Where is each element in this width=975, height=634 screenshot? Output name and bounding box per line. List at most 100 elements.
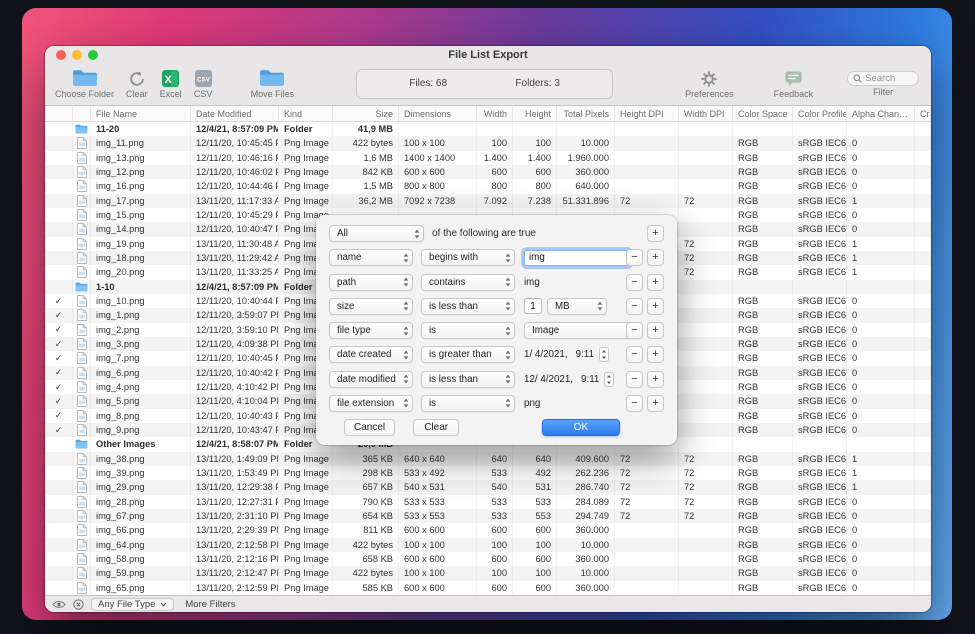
cell: [915, 581, 931, 595]
attribute-popup[interactable]: name: [329, 249, 413, 266]
table-row[interactable]: img_58.png13/11/20, 2:12:16 PMPng Image6…: [45, 552, 931, 566]
zoom-button[interactable]: [88, 50, 98, 60]
column-header[interactable]: Alpha Chan…: [847, 106, 915, 121]
table-row[interactable]: img_13.png12/11/20, 10:46:16 PMPng Image…: [45, 151, 931, 165]
add-rule-button[interactable]: +: [647, 395, 664, 412]
attribute-popup[interactable]: file extension: [329, 395, 413, 412]
table-row[interactable]: img_66.png13/11/20, 2:29:39 PMPng Image8…: [45, 523, 931, 537]
cell: RGB: [733, 423, 793, 437]
column-header[interactable]: Size: [333, 106, 399, 121]
remove-rule-button[interactable]: −: [626, 274, 643, 291]
attribute-popup[interactable]: size: [329, 298, 413, 315]
search-field[interactable]: [847, 71, 919, 86]
clear-button[interactable]: Clear: [120, 69, 154, 99]
operator-popup[interactable]: begins with: [421, 249, 515, 266]
table-row[interactable]: img_11.png12/11/20, 10:45:45 PMPng Image…: [45, 136, 931, 150]
preferences-button[interactable]: Preferences: [679, 69, 740, 99]
remove-rule-button[interactable]: −: [626, 298, 643, 315]
remove-rule-button[interactable]: −: [626, 395, 643, 412]
search-input[interactable]: [865, 73, 915, 84]
choose-folder-button[interactable]: Choose Folder: [49, 69, 120, 99]
match-mode-popup[interactable]: All: [329, 225, 424, 242]
cancel-button[interactable]: Cancel: [344, 419, 395, 436]
unit-popup[interactable]: MB: [547, 298, 607, 315]
add-rule-button[interactable]: +: [647, 298, 664, 315]
close-button[interactable]: [56, 50, 66, 60]
attribute-popup[interactable]: date modified: [329, 371, 413, 388]
rule-value-input[interactable]: [524, 298, 542, 314]
clear-filter-x-icon[interactable]: [73, 599, 84, 610]
table-row[interactable]: img_29.png13/11/20, 12:29:38 PMPng Image…: [45, 480, 931, 494]
table-row[interactable]: img_12.png12/11/20, 10:46:02 PMPng Image…: [45, 165, 931, 179]
attribute-popup[interactable]: file type: [329, 322, 413, 339]
table-row[interactable]: img_38.png13/11/20, 1:49:09 PMPng Image3…: [45, 452, 931, 466]
operator-popup[interactable]: is less than: [421, 298, 515, 315]
cell: RGB: [733, 308, 793, 322]
rule-value-popup[interactable]: Image: [524, 322, 642, 339]
file-icon: [73, 566, 91, 580]
add-rule-button[interactable]: +: [647, 274, 664, 291]
add-rule-button[interactable]: +: [647, 346, 664, 363]
column-header[interactable]: Total Pixels: [557, 106, 615, 121]
column-header[interactable]: Width DPI: [679, 106, 733, 121]
feedback-button[interactable]: Feedback: [768, 69, 820, 99]
attribute-popup[interactable]: path: [329, 274, 413, 291]
operator-popup[interactable]: is greater than: [421, 346, 515, 363]
more-filters-button[interactable]: More Filters: [185, 599, 235, 610]
clear-button[interactable]: Clear: [413, 419, 459, 436]
attribute-popup[interactable]: date created: [329, 346, 413, 363]
table-row[interactable]: img_17.png13/11/20, 11:17:33 AMPng Image…: [45, 194, 931, 208]
rule-date-text: 1/ 4/2021,: [524, 349, 568, 360]
column-header[interactable]: Cr…: [915, 106, 931, 121]
column-header[interactable]: Height: [513, 106, 557, 121]
minimize-button[interactable]: [72, 50, 82, 60]
popup-chevrons-icon: [505, 301, 511, 311]
column-header[interactable]: Color Space: [733, 106, 793, 121]
table-row[interactable]: img_16.png12/11/20, 10:44:46 PMPng Image…: [45, 179, 931, 193]
add-rule-button[interactable]: +: [647, 225, 664, 242]
file-icon: [73, 366, 91, 380]
table-row[interactable]: 11-2012/4/21, 8:57:09 PMFolder41,9 MB: [45, 122, 931, 136]
column-header[interactable]: File Name: [91, 106, 191, 121]
move-files-button[interactable]: Move Files: [245, 69, 301, 99]
row-select: [45, 136, 73, 150]
remove-rule-button[interactable]: −: [626, 322, 643, 339]
operator-popup[interactable]: is: [421, 322, 515, 339]
column-header[interactable]: Height DPI: [615, 106, 679, 121]
cell: sRGB IEC6…: [793, 294, 847, 308]
column-header[interactable]: Width: [477, 106, 513, 121]
stepper-icon[interactable]: [604, 372, 614, 387]
column-header-select[interactable]: [45, 106, 73, 121]
stepper-icon[interactable]: [599, 347, 609, 362]
table-row[interactable]: img_28.png13/11/20, 12:27:31 PMPng Image…: [45, 495, 931, 509]
column-header[interactable]: Dimensions: [399, 106, 477, 121]
add-rule-button[interactable]: +: [647, 249, 664, 266]
column-header[interactable]: Kind: [279, 106, 333, 121]
operator-popup[interactable]: is less than: [421, 371, 515, 388]
cell: 100 x 100: [399, 566, 477, 580]
file-type-filter-popup[interactable]: Any File Type: [91, 598, 174, 611]
column-header[interactable]: Date Modified: [191, 106, 279, 121]
visibility-eye-icon[interactable]: [52, 600, 66, 609]
ok-button[interactable]: OK: [542, 419, 620, 436]
attribute-popup-value: date created: [337, 349, 391, 360]
csv-export-button[interactable]: CSV CSV: [188, 69, 219, 99]
remove-rule-button[interactable]: −: [626, 249, 643, 266]
excel-export-button[interactable]: X Excel: [154, 69, 188, 99]
rule-value-input[interactable]: [524, 250, 630, 266]
add-rule-button[interactable]: +: [647, 322, 664, 339]
table-row[interactable]: img_59.png13/11/20, 2:12:47 PMPng Image4…: [45, 566, 931, 580]
column-header[interactable]: Color Profile: [793, 106, 847, 121]
table-row[interactable]: img_39.png13/11/20, 1:53:49 PMPng Image2…: [45, 466, 931, 480]
operator-popup[interactable]: is: [421, 395, 515, 412]
table-row[interactable]: img_67.png13/11/20, 2:31:10 PMPng Image6…: [45, 509, 931, 523]
operator-popup[interactable]: contains: [421, 274, 515, 291]
cell: 12/11/20, 10:40:47 PM: [191, 222, 279, 236]
column-header-icon[interactable]: [73, 106, 91, 121]
table-row[interactable]: img_64.png13/11/20, 2:12:58 PMPng Image4…: [45, 538, 931, 552]
remove-rule-button[interactable]: −: [626, 346, 643, 363]
table-row[interactable]: img_65.png13/11/20, 2:12:59 PMPng Image5…: [45, 581, 931, 595]
titlebar[interactable]: File List Export: [45, 46, 931, 64]
remove-rule-button[interactable]: −: [626, 371, 643, 388]
add-rule-button[interactable]: +: [647, 371, 664, 388]
